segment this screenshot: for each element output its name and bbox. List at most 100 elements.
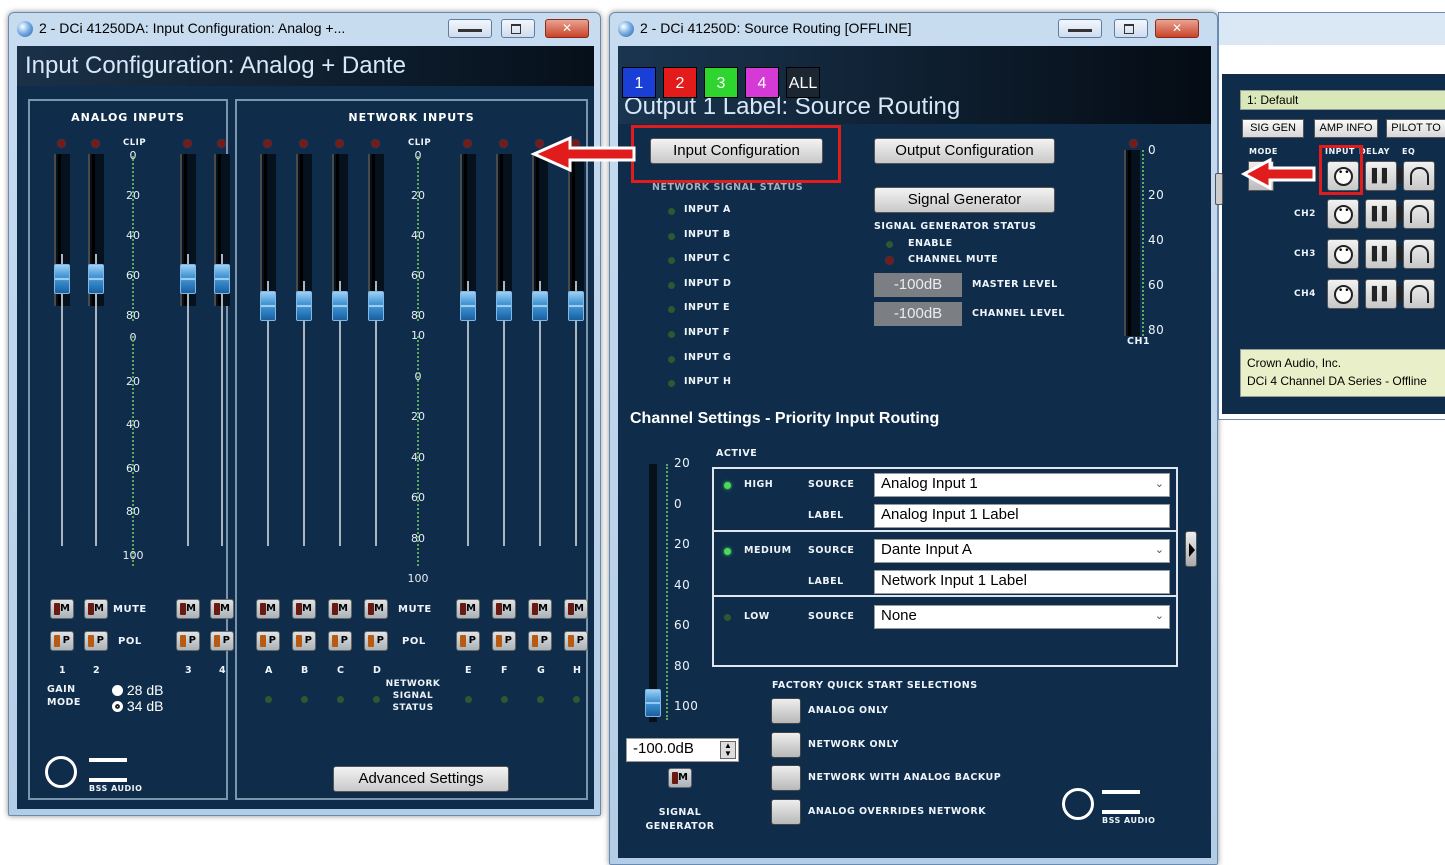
ch4-delay-button[interactable]: ▌▌▐ bbox=[1365, 279, 1402, 309]
input-5-signal-led bbox=[668, 306, 675, 314]
analog-1-mute-button[interactable]: M bbox=[50, 599, 74, 619]
minimize-button-2[interactable] bbox=[1058, 19, 1102, 38]
ch1-delay-button[interactable]: ▌▌▐ bbox=[1365, 161, 1402, 191]
window-titlebar[interactable]: 2 - DCi 41250DA: Input Configuration: An… bbox=[9, 13, 600, 45]
gain-28db-radio[interactable]: 28 dB bbox=[112, 682, 163, 698]
network-g-mute-button[interactable]: M bbox=[528, 599, 552, 619]
output-meter-scale-80: 80 bbox=[1148, 323, 1165, 337]
network-g-polarity-button[interactable]: P bbox=[528, 631, 552, 651]
high-label-field[interactable]: Analog Input 1 Label bbox=[874, 504, 1170, 528]
network-g-fader[interactable] bbox=[532, 291, 548, 321]
amp-info-button[interactable]: AMP INFO bbox=[1314, 119, 1378, 138]
network-h-fader[interactable] bbox=[568, 291, 584, 321]
network-a-polarity-button[interactable]: P bbox=[256, 631, 280, 651]
network-with-analog-backup-button[interactable] bbox=[771, 765, 801, 791]
ch2-eq-button[interactable] bbox=[1403, 199, 1435, 229]
ch2-delay-button[interactable]: ▌▌▐ bbox=[1365, 199, 1402, 229]
ch1-eq-button[interactable] bbox=[1403, 161, 1435, 191]
network-h-label: H bbox=[573, 665, 582, 676]
expand-right-button[interactable] bbox=[1185, 531, 1197, 567]
analog-4-mute-button[interactable]: M bbox=[210, 599, 234, 619]
sg-mute-button[interactable]: M bbox=[668, 768, 692, 788]
medium-active-led bbox=[724, 548, 731, 555]
input-2-signal-led bbox=[668, 232, 675, 240]
analog-1-polarity-button[interactable]: P bbox=[50, 631, 74, 651]
minimize-button[interactable] bbox=[448, 19, 492, 38]
network-a-fader[interactable] bbox=[260, 291, 276, 321]
window-titlebar-2[interactable]: 2 - DCi 41250D: Source Routing [OFFLINE] bbox=[610, 13, 1217, 45]
analog-3-fader[interactable] bbox=[180, 264, 196, 294]
tab-4[interactable]: 4 bbox=[745, 67, 779, 98]
medium-label-field[interactable]: Network Input 1 Label bbox=[874, 570, 1170, 594]
medium-source-select[interactable]: Dante Input A ⌄ bbox=[874, 539, 1170, 563]
ch4-eq-button[interactable] bbox=[1403, 279, 1435, 309]
ch4-input-button[interactable] bbox=[1327, 279, 1359, 309]
analog-2-mute-button[interactable]: M bbox=[84, 599, 108, 619]
tab-2[interactable]: 2 bbox=[663, 67, 697, 98]
network-e-polarity-button[interactable]: P bbox=[456, 631, 480, 651]
network-h-polarity-button[interactable]: P bbox=[564, 631, 588, 651]
network-b-fader[interactable] bbox=[296, 291, 312, 321]
tab-1[interactable]: 1 bbox=[622, 67, 656, 98]
network-e-mute-button[interactable]: M bbox=[456, 599, 480, 619]
window-title: 2 - DCi 41250DA: Input Configuration: An… bbox=[39, 20, 346, 36]
analog-4-fader[interactable] bbox=[214, 264, 230, 294]
network-b-mute-button[interactable]: M bbox=[292, 599, 316, 619]
high-source-select[interactable]: Analog Input 1 ⌄ bbox=[874, 473, 1170, 497]
radio-icon bbox=[112, 685, 123, 696]
tab-3[interactable]: 3 bbox=[704, 67, 738, 98]
network-c-polarity-button[interactable]: P bbox=[328, 631, 352, 651]
analog-2-fader[interactable] bbox=[88, 264, 104, 294]
network-c-mute-button[interactable]: M bbox=[328, 599, 352, 619]
network-f-fader[interactable] bbox=[496, 291, 512, 321]
analog-3-mute-button[interactable]: M bbox=[176, 599, 200, 619]
maximize-button-2[interactable] bbox=[1114, 19, 1148, 38]
sg-fader[interactable] bbox=[645, 689, 661, 717]
analog-only-button[interactable] bbox=[771, 698, 801, 724]
preset-field[interactable]: 1: Default bbox=[1240, 90, 1445, 110]
network-g-label: G bbox=[537, 665, 546, 676]
master-level-field[interactable]: -100dB bbox=[874, 273, 962, 297]
network-f-mute-button[interactable]: M bbox=[492, 599, 516, 619]
close-button[interactable] bbox=[545, 19, 589, 38]
signal-generator-button[interactable]: Signal Generator bbox=[874, 187, 1055, 213]
network-b-polarity-button[interactable]: P bbox=[292, 631, 316, 651]
network-e-fader[interactable] bbox=[460, 291, 476, 321]
pilot-tone-button[interactable]: PILOT TO bbox=[1386, 119, 1445, 138]
network-d-polarity-button[interactable]: P bbox=[364, 631, 388, 651]
gain-34db-radio[interactable]: 34 dB bbox=[112, 698, 163, 714]
ch3-eq-button[interactable] bbox=[1403, 239, 1435, 269]
sg-value: -100.0dB bbox=[633, 740, 694, 757]
tab-all[interactable]: ALL bbox=[786, 67, 820, 98]
low-source-select[interactable]: None ⌄ bbox=[874, 605, 1170, 629]
network-only-button[interactable] bbox=[771, 731, 801, 758]
output-meter-scale-0: 0 bbox=[1148, 143, 1157, 157]
stepper-icon[interactable]: ▲ ▼ bbox=[720, 741, 736, 759]
network-a-clip-led bbox=[264, 140, 271, 147]
network-h-mute-button[interactable]: M bbox=[564, 599, 588, 619]
network-d-mute-button[interactable]: M bbox=[364, 599, 388, 619]
network-c-fader[interactable] bbox=[332, 291, 348, 321]
network-d-fader[interactable] bbox=[368, 291, 384, 321]
advanced-settings-button[interactable]: Advanced Settings bbox=[333, 766, 509, 792]
highlight-input-configuration bbox=[631, 125, 841, 183]
analog-overrides-network-button[interactable] bbox=[771, 798, 801, 825]
channel-level-field[interactable]: -100dB bbox=[874, 302, 962, 326]
network-a-mute-button[interactable]: M bbox=[256, 599, 280, 619]
sig-gen-button[interactable]: SIG GEN bbox=[1242, 119, 1304, 138]
network-f-polarity-button[interactable]: P bbox=[492, 631, 516, 651]
ch2-input-button[interactable] bbox=[1327, 199, 1359, 229]
device-panel: 1: Default SIG GEN AMP INFO PILOT TO MOD… bbox=[1222, 74, 1445, 414]
analog-4-polarity-button[interactable]: P bbox=[210, 631, 234, 651]
medium-source-label: SOURCE bbox=[808, 545, 855, 556]
ch3-input-button[interactable] bbox=[1327, 239, 1359, 269]
analog-3-polarity-button[interactable]: P bbox=[176, 631, 200, 651]
ch3-delay-button[interactable]: ▌▌▐ bbox=[1365, 239, 1402, 269]
output-configuration-button[interactable]: Output Configuration bbox=[874, 138, 1055, 164]
analog-2-polarity-button[interactable]: P bbox=[84, 631, 108, 651]
maximize-button[interactable] bbox=[501, 19, 535, 38]
sg-value-field[interactable]: -100.0dB ▲ ▼ bbox=[626, 738, 739, 762]
analog-1-fader[interactable] bbox=[54, 264, 70, 294]
close-button-2[interactable] bbox=[1155, 19, 1199, 38]
collapse-left-button[interactable] bbox=[1215, 173, 1223, 205]
